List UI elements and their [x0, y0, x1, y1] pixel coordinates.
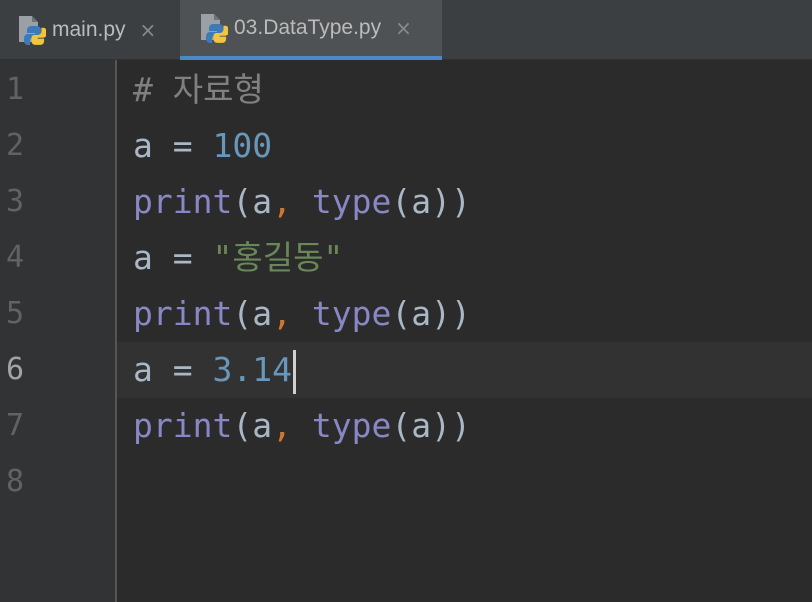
tab-label: main.py: [52, 18, 126, 41]
paren-token: ): [450, 294, 471, 333]
identifier-token: a: [411, 294, 432, 333]
tab-main-py[interactable]: main.py ×: [0, 0, 178, 60]
line-number-gutter[interactable]: 1 2 3 4 5 6 7 8: [0, 60, 117, 602]
line-number: 7: [6, 408, 25, 443]
code-line-1[interactable]: # 자료형: [133, 62, 264, 118]
paren-token: ): [431, 406, 451, 445]
paren-token: (: [232, 294, 253, 333]
identifier-token: a: [133, 238, 153, 277]
builtin-token: type: [311, 294, 392, 333]
close-tab-icon[interactable]: ×: [395, 18, 412, 38]
identifier-token: a: [133, 126, 153, 165]
python-file-icon: [16, 14, 47, 46]
assign-token: =: [152, 350, 213, 389]
number-token: 100: [212, 126, 273, 165]
paren-token: ): [450, 406, 471, 445]
comma-token: ,: [272, 294, 292, 333]
current-line-number: 6: [6, 352, 25, 387]
builtin-token: type: [311, 406, 392, 445]
comma-token: ,: [272, 406, 292, 445]
code-line-4[interactable]: a = "홍길동": [133, 230, 343, 286]
close-tab-icon[interactable]: ×: [140, 20, 157, 40]
identifier-token: a: [252, 294, 273, 333]
assign-token: =: [152, 126, 213, 165]
identifier-token: a: [252, 406, 273, 445]
python-file-icon: [198, 12, 229, 44]
code-line-2[interactable]: a = 100: [133, 118, 272, 174]
code-area[interactable]: # 자료형 a = 100 print(a, type(a)) a = "홍길동…: [117, 60, 812, 602]
paren-token: ): [450, 182, 471, 221]
paren-token: (: [391, 406, 412, 445]
tab-03-datatype-py[interactable]: 03.DataType.py ×: [180, 0, 442, 60]
paren-token: (: [232, 182, 253, 221]
line-number: 1: [6, 72, 25, 107]
identifier-token: a: [133, 350, 153, 389]
paren-token: ): [431, 182, 451, 221]
identifier-token: a: [411, 406, 432, 445]
string-token: "홍길동": [212, 238, 344, 277]
paren-token: (: [232, 406, 253, 445]
editor-tab-bar: main.py × 03.DataType.py ×: [0, 0, 812, 60]
line-number: 2: [6, 128, 25, 163]
comma-token: ,: [272, 182, 292, 221]
line-number: 5: [6, 296, 25, 331]
text-caret: [292, 349, 296, 394]
code-line-3[interactable]: print(a, type(a)): [133, 174, 471, 230]
number-token: 3.14: [212, 350, 292, 389]
code-line-7[interactable]: print(a, type(a)): [133, 398, 471, 454]
identifier-token: a: [411, 182, 432, 221]
line-number: 4: [6, 240, 25, 275]
code-line-6[interactable]: a = 3.14: [133, 342, 296, 398]
paren-token: (: [391, 182, 412, 221]
comment-token: # 자료형: [133, 70, 264, 109]
builtin-token: print: [133, 406, 233, 445]
code-editor: main.py × 03.DataType.py × 1 2 3 4 5 6 7…: [0, 0, 812, 602]
paren-token: (: [391, 294, 412, 333]
builtin-token: print: [133, 182, 233, 221]
line-number: 3: [6, 184, 25, 219]
identifier-token: a: [252, 182, 273, 221]
code-line-5[interactable]: print(a, type(a)): [133, 286, 471, 342]
line-number: 8: [6, 464, 25, 499]
paren-token: ): [431, 294, 451, 333]
builtin-token: print: [133, 294, 233, 333]
builtin-token: type: [311, 182, 392, 221]
tab-label: 03.DataType.py: [234, 16, 382, 39]
assign-token: =: [152, 238, 213, 277]
